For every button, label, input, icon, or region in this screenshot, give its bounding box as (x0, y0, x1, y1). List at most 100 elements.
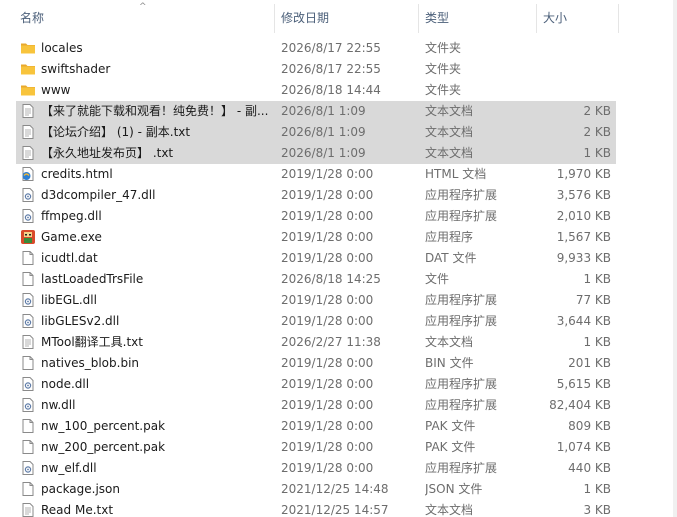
file-name: MTool翻译工具.txt (41, 335, 143, 349)
file-date-modified: 2019/1/28 0:00 (281, 293, 374, 307)
file-row[interactable]: lastLoadedTrsFile 2026/8/18 14:25 文件 1 KB (16, 269, 616, 290)
column-header-bar: ^ 名称 修改日期 类型 大小 (0, 0, 677, 37)
file-size: 3 KB (583, 503, 611, 517)
dll-file-icon (20, 397, 36, 413)
html-file-icon (20, 166, 36, 182)
file-size: 3,644 KB (556, 314, 611, 328)
file-name: 【论坛介绍】 (1) - 副本.txt (41, 125, 191, 139)
file-date-modified: 2026/8/1 1:09 (281, 125, 366, 139)
file-name: icudtl.dat (41, 251, 98, 265)
file-row[interactable]: nw_200_percent.pak 2019/1/28 0:00 PAK 文件 1,… (16, 437, 616, 458)
column-header-name[interactable]: 名称 (20, 0, 44, 37)
file-row[interactable]: 【来了就能下载和观看！纯免费！】 - 副... 2026/8/1 1:09 文本文档… (16, 101, 616, 122)
generic-file-icon (20, 271, 36, 287)
file-date-modified: 2019/1/28 0:00 (281, 230, 374, 244)
file-row[interactable]: d3dcompiler_47.dll 2019/1/28 0:00 应用程序扩展 3,… (16, 185, 616, 206)
file-row[interactable]: locales 2026/8/17 22:55 文件夹 (16, 38, 616, 59)
file-size: 809 KB (568, 419, 611, 433)
file-name: 【来了就能下载和观看！纯免费！】 - 副... (41, 104, 269, 118)
folder-icon (20, 61, 36, 77)
file-row[interactable]: ffmpeg.dll 2019/1/28 0:00 应用程序扩展 2,010 KB (16, 206, 616, 227)
file-date-modified: 2026/8/17 22:55 (281, 62, 381, 76)
file-name: d3dcompiler_47.dll (41, 188, 156, 202)
file-type: PAK 文件 (425, 419, 476, 433)
file-date-modified: 2026/8/18 14:25 (281, 272, 381, 286)
file-size: 77 KB (575, 293, 611, 307)
file-row[interactable]: www 2026/8/18 14:44 文件夹 (16, 80, 616, 101)
generic-file-icon (20, 481, 36, 497)
folder-icon (20, 40, 36, 56)
file-row[interactable]: MTool翻译工具.txt 2026/2/27 11:38 文本文档 1 KB (16, 332, 616, 353)
file-size (536, 38, 611, 59)
file-size: 1,567 KB (556, 230, 611, 244)
file-size: 1 KB (583, 146, 611, 160)
file-name: lastLoadedTrsFile (41, 272, 144, 286)
file-name: natives_blob.bin (41, 356, 140, 370)
file-name: node.dll (41, 377, 90, 391)
dll-file-icon (20, 208, 36, 224)
folder-icon (20, 82, 36, 98)
file-row[interactable]: 【永久地址发布页】 .txt 2026/8/1 1:09 文本文档 1 KB (16, 143, 616, 164)
column-divider[interactable] (418, 4, 419, 33)
file-row[interactable]: natives_blob.bin 2019/1/28 0:00 BIN 文件 201 … (16, 353, 616, 374)
dll-file-icon (20, 313, 36, 329)
file-type: 应用程序扩展 (425, 293, 498, 307)
file-row[interactable]: Read Me.txt 2021/12/25 14:57 文本文档 3 KB (16, 500, 616, 517)
file-row[interactable]: Game.exe 2019/1/28 0:00 应用程序 1,567 KB (16, 227, 616, 248)
file-name: nw_elf.dll (41, 461, 97, 475)
file-type: 文本文档 (425, 335, 474, 349)
file-type: 文本文档 (425, 125, 474, 139)
file-date-modified: 2019/1/28 0:00 (281, 461, 374, 475)
file-row[interactable]: 【论坛介绍】 (1) - 副本.txt 2026/8/1 1:09 文本文档 2 KB (16, 122, 616, 143)
file-row[interactable]: swiftshader 2026/8/17 22:55 文件夹 (16, 59, 616, 80)
file-size: 440 KB (568, 461, 611, 475)
file-date-modified: 2026/8/1 1:09 (281, 146, 366, 160)
file-name: www (41, 83, 71, 97)
text-file-icon (20, 334, 36, 350)
column-header-date[interactable]: 修改日期 (281, 0, 329, 37)
text-file-icon (20, 145, 36, 161)
file-name: package.json (41, 482, 121, 496)
file-type: 应用程序 (425, 230, 474, 244)
file-row[interactable]: credits.html 2019/1/28 0:00 HTML 文档 1,970 K… (16, 164, 616, 185)
column-divider[interactable] (274, 4, 275, 33)
generic-file-icon (20, 418, 36, 434)
file-type: 文本文档 (425, 104, 474, 118)
file-type: HTML 文档 (425, 167, 487, 181)
file-row[interactable]: icudtl.dat 2019/1/28 0:00 DAT 文件 9,933 KB (16, 248, 616, 269)
game-exe-icon (20, 229, 36, 245)
file-size: 82,404 KB (549, 398, 611, 412)
file-type: 应用程序扩展 (425, 209, 498, 223)
column-divider[interactable] (536, 4, 537, 33)
file-row[interactable]: nw.dll 2019/1/28 0:00 应用程序扩展 82,404 KB (16, 395, 616, 416)
file-row[interactable]: nw_100_percent.pak 2019/1/28 0:00 PAK 文件 80… (16, 416, 616, 437)
file-date-modified: 2019/1/28 0:00 (281, 314, 374, 328)
file-type: 应用程序扩展 (425, 377, 498, 391)
file-date-modified: 2021/12/25 14:48 (281, 482, 389, 496)
vertical-scrollbar[interactable] (673, 0, 677, 517)
file-row[interactable]: node.dll 2019/1/28 0:00 应用程序扩展 5,615 KB (16, 374, 616, 395)
file-size: 1 KB (583, 482, 611, 496)
file-type: JSON 文件 (425, 482, 483, 496)
file-date-modified: 2019/1/28 0:00 (281, 251, 374, 265)
column-divider[interactable] (618, 4, 619, 33)
dll-file-icon (20, 187, 36, 203)
file-type: PAK 文件 (425, 440, 476, 454)
file-size: 2 KB (583, 125, 611, 139)
column-header-type[interactable]: 类型 (425, 0, 449, 37)
file-type: 文件 (425, 272, 450, 286)
column-header-size[interactable]: 大小 (543, 0, 567, 37)
file-name: Game.exe (41, 230, 102, 244)
file-row[interactable]: libEGL.dll 2019/1/28 0:00 应用程序扩展 77 KB (16, 290, 616, 311)
file-size: 2 KB (583, 104, 611, 118)
file-name: credits.html (41, 167, 113, 181)
file-row[interactable]: package.json 2021/12/25 14:48 JSON 文件 1 KB (16, 479, 616, 500)
text-file-icon (20, 103, 36, 119)
generic-file-icon (20, 439, 36, 455)
file-row[interactable]: nw_elf.dll 2019/1/28 0:00 应用程序扩展 440 KB (16, 458, 616, 479)
dll-file-icon (20, 376, 36, 392)
file-name: libEGL.dll (41, 293, 97, 307)
file-type: 文本文档 (425, 146, 474, 160)
file-row[interactable]: libGLESv2.dll 2019/1/28 0:00 应用程序扩展 3,644 K… (16, 311, 616, 332)
file-type: 文件夹 (425, 41, 462, 55)
